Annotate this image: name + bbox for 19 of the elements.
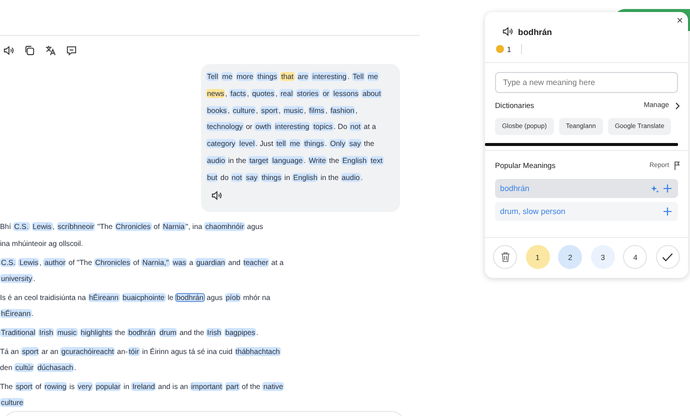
known-button[interactable] <box>656 245 680 269</box>
trash-icon <box>500 252 510 262</box>
term-title: bodhrán <box>518 26 552 36</box>
meaning-input[interactable]: Type a new meaning here <box>495 72 678 93</box>
meaning-text: drum, slow person <box>500 207 566 216</box>
close-button[interactable]: × <box>676 15 683 27</box>
plus-icon[interactable] <box>663 207 672 216</box>
speaker-icon[interactable] <box>211 190 222 201</box>
meaning-item[interactable]: drum, slow person <box>495 202 678 221</box>
plus-icon[interactable] <box>663 184 672 193</box>
coin-icon <box>496 45 504 53</box>
meaning-text: bodhrán <box>500 184 530 193</box>
check-icon <box>662 252 674 262</box>
flag-icon <box>674 161 680 170</box>
chevron-icon <box>675 102 680 110</box>
delete-button[interactable] <box>493 245 517 269</box>
scrollbar[interactable] <box>485 143 678 146</box>
speaker-icon[interactable] <box>502 26 513 37</box>
sparkle-icon[interactable] <box>651 184 659 192</box>
